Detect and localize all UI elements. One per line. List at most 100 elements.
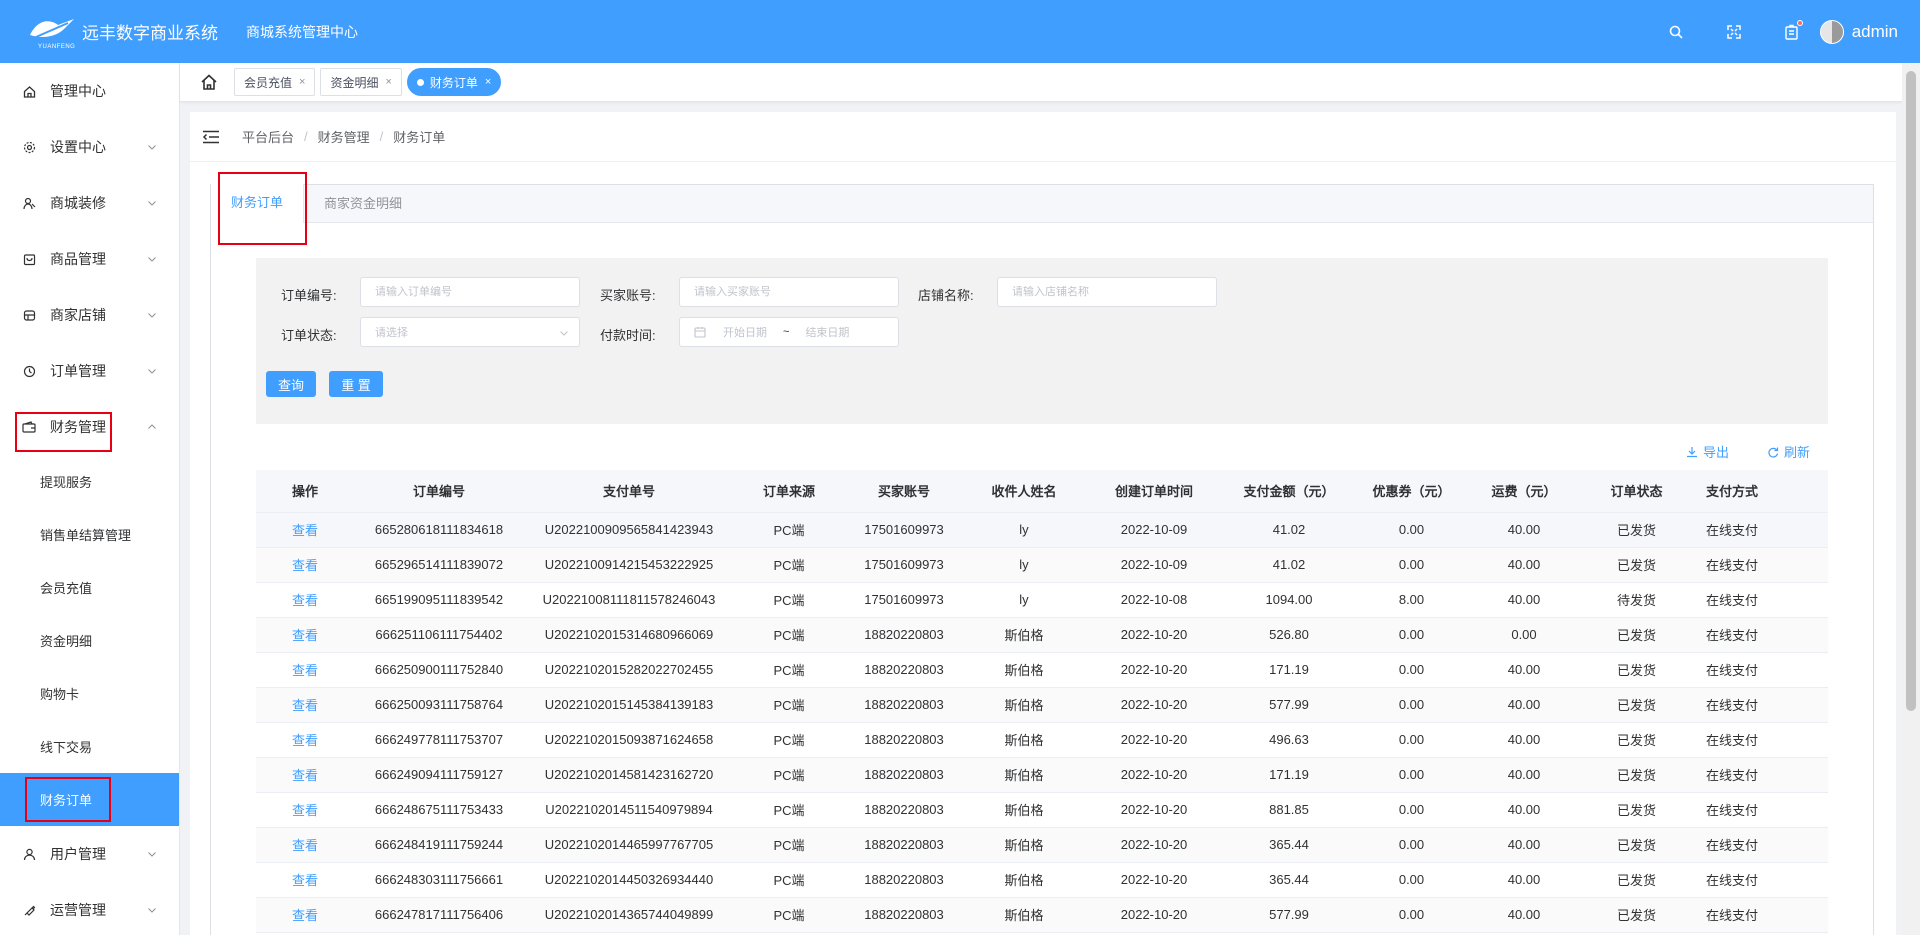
sidebar-item-label: 设置中心 bbox=[50, 137, 106, 157]
sidebar-item-merchant-store[interactable]: 商家店铺 bbox=[0, 287, 179, 343]
sidebar-subitem-withdraw[interactable]: 提现服务 bbox=[0, 455, 179, 508]
sidebar-subitem-member-recharge[interactable]: 会员充值 bbox=[0, 561, 179, 614]
refresh-button[interactable]: 刷新 bbox=[1767, 442, 1810, 461]
view-link[interactable]: 查看 bbox=[256, 792, 354, 827]
sidebar-item-orders[interactable]: 订单管理 bbox=[0, 343, 179, 399]
sidebar-item-finance[interactable]: 财务管理 bbox=[0, 399, 179, 455]
reset-button[interactable]: 重 置 bbox=[329, 371, 383, 397]
view-link[interactable]: 查看 bbox=[256, 722, 354, 757]
table-cell: 在线支付 bbox=[1694, 827, 1828, 862]
table-row: 查看666250900111752840U2022102015282022702… bbox=[256, 652, 1828, 687]
tab-finance-orders[interactable]: 财务订单 bbox=[211, 184, 304, 223]
sidebar-subitem-fund-details[interactable]: 资金明细 bbox=[0, 614, 179, 667]
buyer-account-input[interactable] bbox=[679, 277, 899, 307]
menu-collapse-icon[interactable] bbox=[202, 130, 220, 144]
chevron-down-icon bbox=[147, 198, 157, 208]
column-header: 运费（元） bbox=[1469, 470, 1579, 512]
view-link[interactable]: 查看 bbox=[256, 512, 354, 547]
table-cell: 0.00 bbox=[1354, 862, 1469, 897]
sidebar-subitem-offline-trade[interactable]: 线下交易 bbox=[0, 720, 179, 773]
order-no-input[interactable] bbox=[360, 277, 580, 307]
table-cell: PC端 bbox=[734, 547, 844, 582]
avatar[interactable] bbox=[1820, 20, 1844, 44]
table-cell: 斯伯格 bbox=[964, 722, 1084, 757]
view-link[interactable]: 查看 bbox=[256, 617, 354, 652]
view-link[interactable]: 查看 bbox=[256, 827, 354, 862]
table-cell: 40.00 bbox=[1469, 582, 1579, 617]
pay-time-range[interactable]: 开始日期 ~ 结束日期 bbox=[679, 317, 899, 347]
table-cell: U202210091421545322292​5 bbox=[524, 547, 734, 582]
view-link[interactable]: 查看 bbox=[256, 897, 354, 932]
buyer-account-input-field[interactable] bbox=[694, 286, 898, 298]
close-icon[interactable]: × bbox=[299, 76, 305, 88]
view-link[interactable]: 查看 bbox=[256, 687, 354, 722]
user-name[interactable]: admin bbox=[1852, 22, 1898, 42]
tag-fund-details[interactable]: 资金明细 × bbox=[320, 68, 401, 96]
table-cell: 41.02 bbox=[1224, 547, 1354, 582]
notification-icon[interactable] bbox=[1782, 22, 1802, 42]
start-date-placeholder[interactable]: 开始日期 bbox=[723, 324, 767, 340]
tab-merchant-fund-details[interactable]: 商家资金明细 bbox=[304, 185, 422, 223]
order-no-input-field[interactable] bbox=[375, 286, 579, 298]
table-cell: 8.00 bbox=[1354, 582, 1469, 617]
view-link[interactable]: 查看 bbox=[256, 862, 354, 897]
table-cell: 17501609973 bbox=[844, 582, 964, 617]
sidebar-subitem-sales-settlement[interactable]: 销售单结算管理 bbox=[0, 508, 179, 561]
table-cell: 2022-10-20 bbox=[1084, 792, 1224, 827]
view-link[interactable]: 查看 bbox=[256, 582, 354, 617]
table-cell: 665296514111839072 bbox=[354, 547, 524, 582]
breadcrumb-separator: / bbox=[380, 129, 384, 144]
sidebar-subitem-finance-orders[interactable]: 财务订单 bbox=[0, 773, 179, 826]
close-icon[interactable]: × bbox=[385, 76, 391, 88]
tag-member-recharge[interactable]: 会员充值× bbox=[234, 68, 315, 96]
store-name-input-field[interactable] bbox=[1012, 286, 1216, 298]
scrollbar-thumb[interactable] bbox=[1906, 71, 1916, 711]
fullscreen-icon[interactable] bbox=[1724, 22, 1744, 42]
view-link[interactable]: 查看 bbox=[256, 652, 354, 687]
view-link[interactable]: 查看 bbox=[256, 547, 354, 582]
table-cell: 18820220803 bbox=[844, 652, 964, 687]
table-cell: 881.85 bbox=[1224, 792, 1354, 827]
sidebar-item-mall-decoration[interactable]: 商城装修 bbox=[0, 175, 179, 231]
close-icon[interactable]: × bbox=[485, 76, 491, 88]
table-cell: 666250093111758764 bbox=[354, 687, 524, 722]
table-cell: 在线支付 bbox=[1694, 617, 1828, 652]
pay-time-label: 付款时间: bbox=[600, 325, 656, 344]
sidebar-item-goods[interactable]: 商品管理 bbox=[0, 231, 179, 287]
end-date-placeholder[interactable]: 结束日期 bbox=[805, 324, 849, 340]
decorate-icon bbox=[22, 196, 36, 210]
orders-table-wrapper: 操作 订单编号 支付单号 订单来源 买家账号 收件人姓名 创建订单时间 支付金额… bbox=[256, 470, 1828, 935]
sidebar-item-label: 商家店铺 bbox=[50, 305, 106, 325]
sidebar-subitem-shopping-card[interactable]: 购物卡 bbox=[0, 667, 179, 720]
table-cell: 2022-10-20 bbox=[1084, 652, 1224, 687]
sidebar-item-settings-center[interactable]: 设置中心 bbox=[0, 119, 179, 175]
home-icon[interactable] bbox=[200, 73, 218, 91]
table-cell: 665280618111834618 bbox=[354, 512, 524, 547]
breadcrumb-item[interactable]: 平台后台 bbox=[242, 127, 294, 146]
buyer-account-label: 买家账号: bbox=[600, 285, 656, 304]
sidebar-item-users[interactable]: 用户管理 bbox=[0, 826, 179, 882]
view-link[interactable]: 查看 bbox=[256, 757, 354, 792]
operation-icon bbox=[22, 903, 36, 917]
query-button[interactable]: 查询 bbox=[266, 371, 316, 397]
tag-finance-orders[interactable]: 财务订单× bbox=[407, 68, 501, 96]
table-cell: 已发货 bbox=[1579, 512, 1694, 547]
order-status-select[interactable]: 请选择 bbox=[360, 317, 580, 347]
header-actions: admin bbox=[1628, 0, 1898, 63]
table-cell: 526.80 bbox=[1224, 617, 1354, 652]
tag-label: 资金明细 bbox=[330, 74, 378, 91]
active-dot bbox=[417, 79, 424, 86]
store-name-input[interactable] bbox=[997, 277, 1217, 307]
breadcrumb-item[interactable]: 财务管理 bbox=[318, 127, 370, 146]
wallet-icon bbox=[22, 420, 36, 434]
table-cell: 41.02 bbox=[1224, 512, 1354, 547]
table-cell: 40.00 bbox=[1469, 722, 1579, 757]
chevron-down-icon bbox=[147, 310, 157, 320]
breadcrumb-item-current: 财务订单 bbox=[393, 127, 445, 146]
sidebar-item-label: 管理中心 bbox=[50, 81, 106, 101]
sidebar-item-management-center[interactable]: 管理中心 bbox=[0, 63, 179, 119]
export-button[interactable]: 导出 bbox=[1686, 442, 1729, 461]
sidebar-item-operations[interactable]: 运营管理 bbox=[0, 882, 179, 935]
vertical-scrollbar[interactable] bbox=[1902, 63, 1920, 935]
search-icon[interactable] bbox=[1666, 22, 1686, 42]
